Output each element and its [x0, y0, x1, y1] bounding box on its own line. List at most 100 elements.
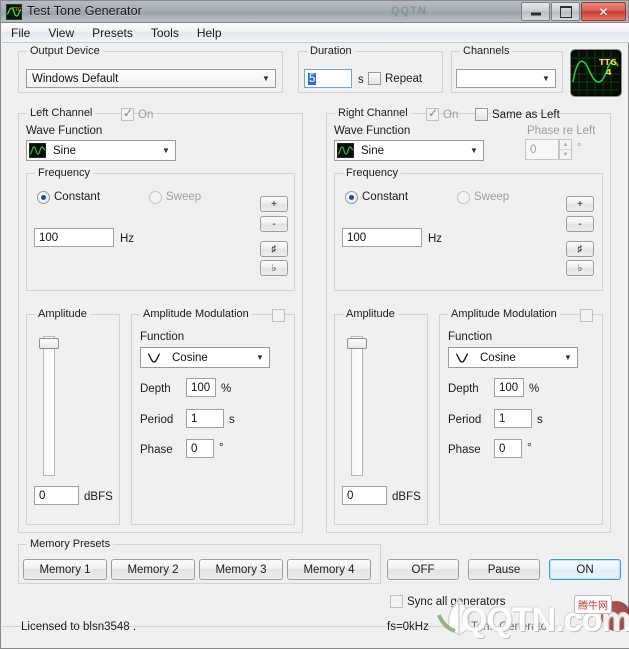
left-frequency-flat-button[interactable]: ♭ — [260, 260, 288, 276]
spin-down-icon[interactable]: ▼ — [560, 150, 571, 159]
left-am-phase-unit: ° — [219, 442, 224, 454]
output-device-value: Windows Default — [32, 72, 119, 85]
svg-text:TTG: TTG — [11, 7, 21, 13]
chevron-down-icon: ▼ — [470, 146, 478, 155]
output-device-combo[interactable]: Windows Default ▼ — [26, 69, 276, 88]
memory-1-button[interactable]: Memory 1 — [23, 559, 107, 580]
license-status: Licensed to blsn3548 . — [21, 621, 137, 633]
minimize-button[interactable] — [521, 2, 550, 21]
right-wave-function-combo[interactable]: Sine ▼ — [334, 140, 484, 161]
output-device-label: Output Device — [27, 45, 103, 57]
on-button[interactable]: ON — [549, 559, 621, 580]
left-am-depth-input[interactable]: 100 — [186, 378, 216, 397]
title-watermark: QQTN — [391, 5, 427, 17]
same-as-left-label: Same as Left — [492, 109, 560, 121]
left-frequency-minus-button[interactable]: - — [260, 216, 288, 232]
left-amplitude-slider-thumb[interactable] — [39, 338, 59, 349]
right-am-enable-checkbox[interactable] — [580, 309, 593, 322]
left-am-depth-label: Depth — [140, 383, 171, 395]
right-am-phase-unit: ° — [527, 442, 532, 454]
chevron-down-icon: ▼ — [256, 353, 264, 362]
left-channel-on-label: On — [138, 109, 154, 121]
right-am-phase-input[interactable]: 0 — [494, 439, 522, 458]
right-wave-function-label: Wave Function — [334, 125, 411, 137]
right-amplitude-unit: dBFS — [392, 491, 421, 503]
right-amplitude-slider[interactable] — [347, 336, 367, 476]
maximize-button[interactable] — [551, 2, 580, 21]
right-wave-function-value: Sine — [361, 144, 385, 157]
memory-4-button[interactable]: Memory 4 — [287, 559, 371, 580]
left-am-period-input[interactable]: 1 — [186, 409, 224, 428]
left-frequency-sweep-label: Sweep — [166, 191, 202, 203]
repeat-label: Repeat — [385, 73, 423, 85]
off-button[interactable]: OFF — [387, 559, 459, 580]
left-am-function-combo[interactable]: Cosine ▼ — [140, 347, 270, 368]
left-frequency-plus-button[interactable]: + — [260, 196, 288, 212]
memory-3-button[interactable]: Memory 3 — [199, 559, 283, 580]
channels-combo[interactable]: ▼ — [456, 69, 556, 88]
right-frequency-constant-label: Constant — [362, 191, 409, 203]
pause-button[interactable]: Pause — [468, 559, 540, 580]
right-am-depth-value: 100 — [499, 381, 519, 394]
right-channel-on-checkbox[interactable]: ✓ — [426, 107, 439, 121]
right-amplitude-label: Amplitude — [343, 308, 398, 320]
close-button[interactable]: ✕ — [581, 2, 626, 21]
sync-all-generators-label: Sync all generators — [407, 596, 506, 608]
left-amplitude-input[interactable]: 0 — [34, 486, 79, 505]
left-amplitude-slider[interactable] — [39, 336, 59, 476]
phase-re-left-input[interactable]: 0 — [525, 139, 559, 160]
right-amplitude-input[interactable]: 0 — [342, 486, 387, 505]
right-channel-on-label: On — [443, 109, 459, 121]
left-channel-on-checkbox[interactable]: ✓ — [121, 107, 134, 121]
spin-up-icon[interactable]: ▲ — [560, 140, 571, 150]
right-frequency-sharp-button[interactable]: ♯ — [566, 241, 594, 257]
sine-wave-icon — [337, 143, 354, 158]
right-am-depth-label: Depth — [448, 383, 479, 395]
ttg-app-icon: TTG — [6, 4, 22, 20]
right-channel-label: Right Channel — [335, 107, 411, 119]
left-amplitude-label: Amplitude — [35, 308, 90, 320]
right-frequency-sweep-radio[interactable] — [457, 191, 470, 204]
right-am-function-combo[interactable]: Cosine ▼ — [448, 347, 578, 368]
left-am-phase-input[interactable]: 0 — [186, 439, 214, 458]
svg-text:4: 4 — [606, 68, 612, 77]
right-amplitude-slider-thumb[interactable] — [347, 338, 367, 349]
left-frequency-sweep-radio[interactable] — [149, 191, 162, 204]
duration-input[interactable]: 5 — [304, 69, 352, 88]
menu-item-tools[interactable]: Tools — [142, 24, 188, 42]
test-tone-generator-window: TTG Test Tone Generator QQTN ✕ File View… — [0, 0, 629, 649]
menu-item-help[interactable]: Help — [188, 24, 231, 42]
phase-re-left-label: Phase re Left — [527, 125, 596, 137]
right-am-period-input[interactable]: 1 — [494, 409, 532, 428]
menu-item-presets[interactable]: Presets — [83, 24, 142, 42]
chevron-down-icon: ▼ — [542, 74, 550, 83]
memory-2-button[interactable]: Memory 2 — [111, 559, 195, 580]
right-frequency-minus-button[interactable]: - — [566, 216, 594, 232]
phase-re-left-unit: ° — [577, 142, 582, 154]
left-wave-function-combo[interactable]: Sine ▼ — [26, 140, 176, 161]
menu-item-file[interactable]: File — [2, 24, 39, 42]
right-frequency-plus-button[interactable]: + — [566, 196, 594, 212]
right-frequency-input[interactable]: 100 — [342, 228, 422, 247]
left-frequency-sharp-button[interactable]: ♯ — [260, 241, 288, 257]
sync-all-generators-checkbox[interactable] — [390, 595, 403, 608]
left-frequency-input[interactable]: 100 — [34, 228, 114, 247]
left-wave-function-value: Sine — [53, 144, 77, 157]
left-am-depth-value: 100 — [191, 381, 211, 394]
repeat-checkbox[interactable] — [368, 72, 381, 85]
right-am-period-unit: s — [537, 414, 543, 426]
left-frequency-constant-radio[interactable] — [37, 191, 50, 204]
right-frequency-constant-radio[interactable] — [345, 191, 358, 204]
left-am-enable-checkbox[interactable] — [272, 309, 285, 322]
close-icon: ✕ — [598, 4, 609, 19]
menu-item-view[interactable]: View — [39, 24, 83, 42]
left-am-phase-value: 0 — [191, 442, 198, 455]
right-am-depth-input[interactable]: 100 — [494, 378, 524, 397]
right-frequency-flat-button[interactable]: ♭ — [566, 260, 594, 276]
sine-wave-icon — [29, 143, 46, 158]
phase-re-left-spinner[interactable]: ▲ ▼ — [559, 139, 572, 160]
ttg-scope-logo: TTG 4 — [570, 49, 622, 97]
right-am-phase-value: 0 — [499, 442, 506, 455]
duration-label: Duration — [307, 45, 355, 57]
same-as-left-checkbox[interactable] — [475, 108, 488, 121]
